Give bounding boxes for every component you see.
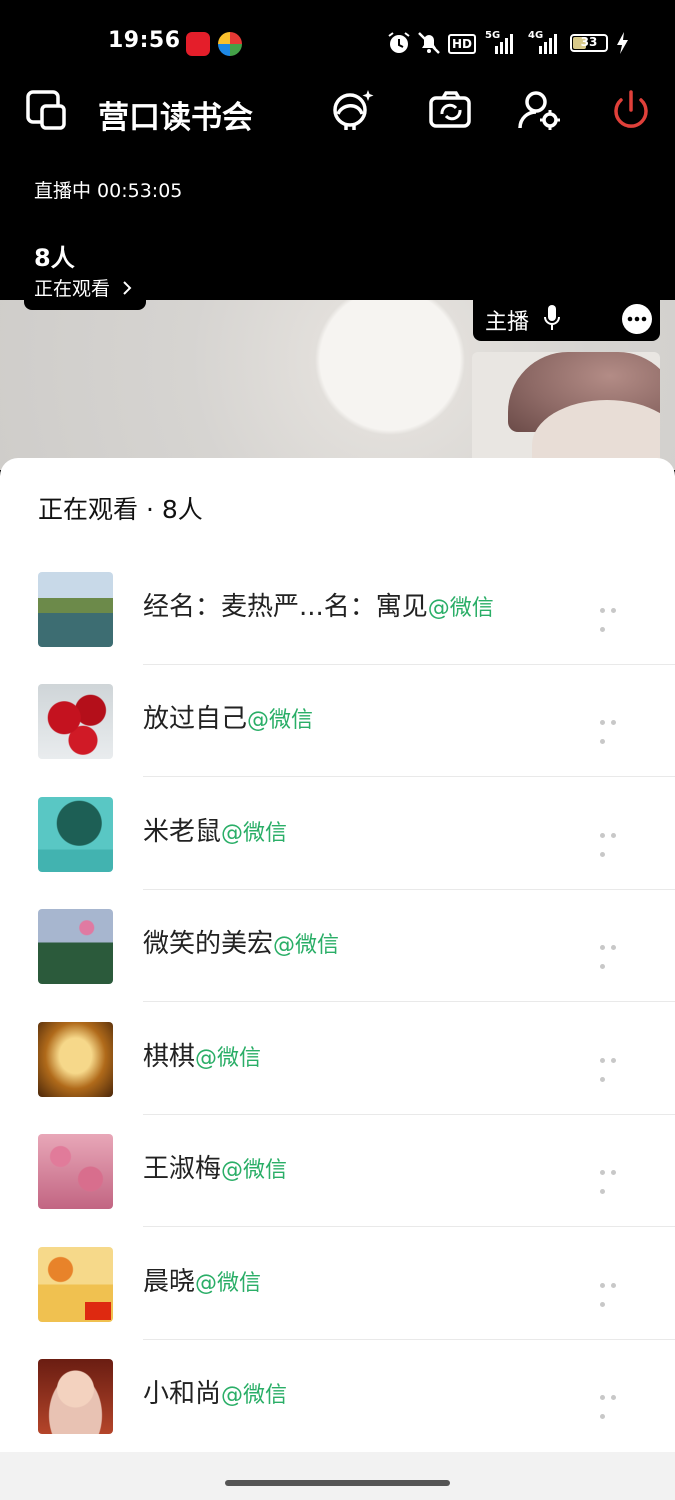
- end-live-power-icon[interactable]: [606, 86, 656, 136]
- avatar: [38, 1247, 113, 1322]
- charging-icon: [617, 32, 628, 54]
- viewer-name: 微笑的美宏@微信: [143, 929, 340, 959]
- list-item[interactable]: 微笑的美宏@微信: [0, 909, 675, 1021]
- alarm-icon: [388, 32, 410, 53]
- divider: [143, 776, 675, 777]
- mute-icon: [418, 32, 440, 54]
- more-dots-icon[interactable]: [600, 1160, 632, 1194]
- microphone-icon: [544, 305, 560, 330]
- viewer-name: 王淑梅@微信: [143, 1154, 288, 1184]
- status-bar: 19:56 HD 5G 4G 33: [0, 0, 675, 86]
- battery-icon: 33: [570, 34, 608, 52]
- bottom-bar: [0, 1452, 675, 1500]
- list-item[interactable]: 放过自己@微信: [0, 684, 675, 796]
- more-dots-icon[interactable]: [600, 1385, 632, 1419]
- list-item[interactable]: 王淑梅@微信: [0, 1134, 675, 1246]
- more-dots-icon[interactable]: [600, 935, 632, 969]
- host-video-thumbnail[interactable]: [472, 352, 660, 472]
- notification-app-icon-2: [218, 32, 242, 56]
- viewer-label: 正在观看: [34, 274, 134, 301]
- list-item[interactable]: 棋棋@微信: [0, 1022, 675, 1134]
- home-indicator[interactable]: [225, 1480, 450, 1486]
- divider: [143, 1001, 675, 1002]
- viewer-name: 晨晓@微信: [143, 1267, 262, 1297]
- viewer-name: 小和尚@微信: [143, 1379, 288, 1409]
- viewer-name: 放过自己@微信: [143, 704, 314, 734]
- avatar: [38, 1022, 113, 1097]
- more-dots-icon[interactable]: [600, 1048, 632, 1082]
- chevron-right-icon: [123, 281, 132, 295]
- live-duration: 直播中 00:53:05: [34, 180, 183, 202]
- more-dots-icon[interactable]: [600, 598, 632, 632]
- signal-icon-2: [539, 34, 557, 54]
- live-title: 营口读书会: [98, 100, 253, 136]
- avatar: [38, 909, 113, 984]
- divider: [143, 1114, 675, 1115]
- sheet-title: 正在观看 · 8人: [38, 495, 203, 524]
- viewer-count: 8人: [34, 244, 75, 272]
- more-dots-icon[interactable]: [600, 823, 632, 857]
- viewer-name: 米老鼠@微信: [143, 817, 288, 847]
- viewer-name: 经名：麦热严...名：寓见@微信: [143, 592, 494, 622]
- divider: [143, 889, 675, 890]
- switch-camera-icon[interactable]: [426, 86, 476, 136]
- avatar: [38, 1359, 113, 1434]
- more-dots-icon[interactable]: [600, 1273, 632, 1307]
- more-dots-icon[interactable]: [600, 710, 632, 744]
- divider: [143, 1339, 675, 1340]
- viewer-name: 棋棋@微信: [143, 1042, 262, 1072]
- list-item[interactable]: 经名：麦热严...名：寓见@微信: [0, 572, 675, 684]
- list-item[interactable]: 米老鼠@微信: [0, 797, 675, 909]
- notification-app-icon: [186, 32, 210, 56]
- battery-level: 33: [580, 35, 598, 49]
- minimize-window-icon[interactable]: [22, 86, 72, 136]
- member-settings-icon[interactable]: [516, 86, 566, 136]
- beauty-filter-icon[interactable]: [326, 86, 376, 136]
- avatar: [38, 797, 113, 872]
- list-item[interactable]: 晨晓@微信: [0, 1247, 675, 1359]
- more-options-icon[interactable]: [621, 303, 653, 335]
- flag-icon: [85, 1302, 111, 1320]
- signal-icon: [495, 34, 513, 54]
- hd-indicator: HD: [448, 34, 477, 54]
- host-label: 主播: [485, 310, 530, 335]
- host-tag: 主播: [473, 298, 660, 341]
- avatar: [38, 572, 113, 647]
- viewer-list-sheet: 正在观看 · 8人 经名：麦热严...名：寓见@微信 放过自己@微信 米老鼠@微…: [0, 458, 675, 1500]
- divider: [143, 1226, 675, 1227]
- live-toolbar: 营口读书会: [0, 86, 675, 146]
- avatar: [38, 684, 113, 759]
- status-time: 19:56: [108, 28, 181, 53]
- divider: [143, 664, 675, 665]
- viewer-count-button[interactable]: 8人 正在观看: [24, 236, 146, 310]
- avatar: [38, 1134, 113, 1209]
